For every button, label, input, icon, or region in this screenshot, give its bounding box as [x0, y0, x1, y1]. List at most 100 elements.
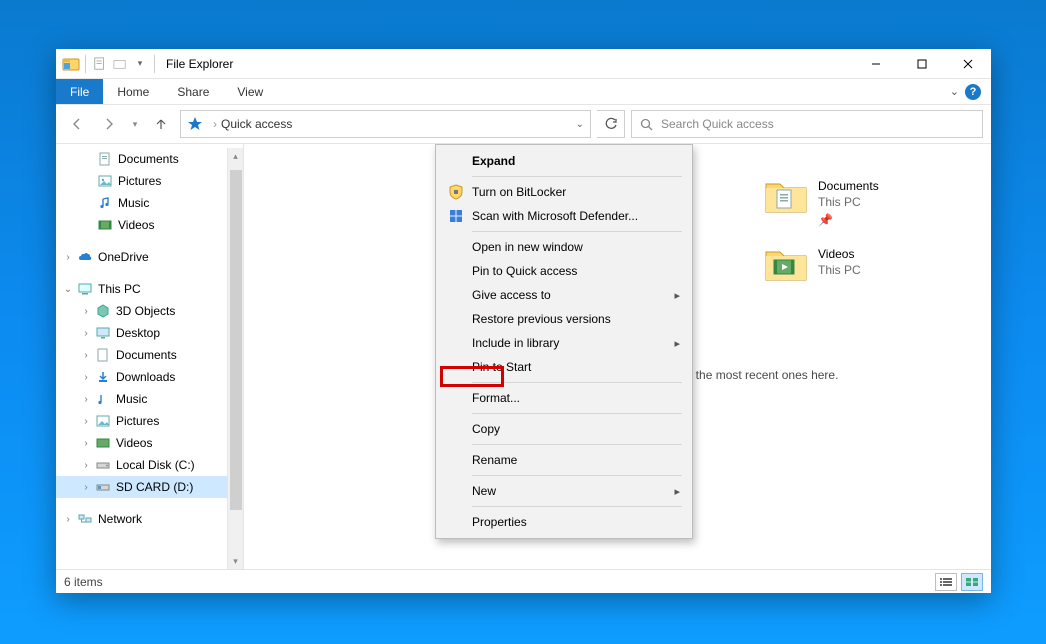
expand-icon[interactable]: ›	[80, 328, 92, 339]
tree-label: Music	[116, 392, 147, 406]
sidebar-item-music-pc[interactable]: › Music	[56, 388, 243, 410]
tab-share[interactable]: Share	[163, 79, 223, 104]
maximize-button[interactable]	[899, 49, 945, 79]
search-placeholder: Search Quick access	[661, 117, 774, 131]
scrollbar-up-icon[interactable]: ▴	[228, 148, 243, 164]
expand-icon[interactable]: ›	[80, 306, 92, 317]
explorer-body: Documents Pictures Music Videos › OneDriv…	[56, 143, 991, 569]
menu-pin-quick-access[interactable]: Pin to Quick access	[438, 259, 690, 283]
breadcrumb-current[interactable]: Quick access	[221, 117, 292, 131]
expand-icon[interactable]: ›	[80, 482, 92, 493]
folder-item-documents[interactable]: DocumentsThis PC📌	[764, 176, 991, 228]
tab-file[interactable]: File	[56, 79, 103, 104]
sidebar-scrollbar[interactable]: ▴ ▾	[227, 148, 243, 569]
menu-open-new-window[interactable]: Open in new window	[438, 235, 690, 259]
tree-label: Network	[98, 512, 142, 526]
new-folder-qat-icon[interactable]	[111, 55, 129, 73]
address-dropdown-icon[interactable]: ⌄	[576, 119, 584, 130]
tab-home[interactable]: Home	[103, 79, 163, 104]
sidebar-item-network[interactable]: › Network	[56, 508, 243, 530]
menu-expand[interactable]: Expand	[438, 149, 690, 173]
menu-rename[interactable]: Rename	[438, 448, 690, 472]
qat-divider-2	[154, 55, 155, 73]
tree-label: Videos	[116, 436, 152, 450]
videos-icon	[94, 436, 112, 450]
sidebar-item-documents-pc[interactable]: › Documents	[56, 344, 243, 366]
address-bar[interactable]: › Quick access ⌄	[180, 110, 591, 138]
menu-include-library[interactable]: Include in library▸	[438, 331, 690, 355]
folder-name: Videos	[818, 246, 861, 262]
scrollbar-thumb[interactable]	[230, 170, 242, 510]
collapse-icon[interactable]: ⌄	[62, 284, 74, 295]
large-icons-view-button[interactable]	[961, 573, 983, 591]
back-button[interactable]	[64, 111, 90, 137]
sidebar-item-local-disk[interactable]: › Local Disk (C:)	[56, 454, 243, 476]
expand-icon[interactable]: ›	[62, 514, 74, 525]
sidebar-item-onedrive[interactable]: › OneDrive	[56, 246, 243, 268]
menu-format[interactable]: Format...	[438, 386, 690, 410]
tree-label: Local Disk (C:)	[116, 458, 195, 472]
forward-button[interactable]	[96, 111, 122, 137]
pictures-icon	[94, 414, 112, 428]
menu-properties[interactable]: Properties	[438, 510, 690, 534]
recent-locations-button[interactable]: ▾	[128, 111, 142, 137]
submenu-arrow-icon: ▸	[674, 485, 680, 498]
help-icon[interactable]: ?	[965, 84, 981, 100]
menu-new[interactable]: New▸	[438, 479, 690, 503]
ribbon: File Home Share View ⌄ ?	[56, 79, 991, 105]
videos-icon	[96, 218, 114, 232]
close-button[interactable]	[945, 49, 991, 79]
sidebar-item-3d-objects[interactable]: ›3D Objects	[56, 300, 243, 322]
menu-give-access[interactable]: Give access to▸	[438, 283, 690, 307]
tree-label: Documents	[116, 348, 177, 362]
up-button[interactable]	[148, 111, 174, 137]
refresh-button[interactable]	[597, 110, 625, 138]
tree-label: Pictures	[116, 414, 159, 428]
scrollbar-down-icon[interactable]: ▾	[228, 553, 243, 569]
tree-label: OneDrive	[98, 250, 149, 264]
expand-icon[interactable]: ›	[80, 350, 92, 361]
qat-dropdown-icon[interactable]: ▾	[131, 55, 149, 73]
sidebar-item-sd-card[interactable]: ›SD CARD (D:)	[56, 476, 243, 498]
file-explorer-window: ▾ File Explorer File Home Share View ⌄ ?…	[56, 49, 991, 593]
tree-label: Music	[118, 196, 149, 210]
sidebar-item-downloads-pc[interactable]: ›Downloads	[56, 366, 243, 388]
expand-icon[interactable]: ›	[80, 416, 92, 427]
details-view-button[interactable]	[935, 573, 957, 591]
expand-icon[interactable]: ›	[62, 252, 74, 263]
sidebar-item-desktop[interactable]: ›Desktop	[56, 322, 243, 344]
tab-view[interactable]: View	[223, 79, 277, 104]
quick-access-toolbar: ▾	[56, 55, 162, 73]
menu-separator	[472, 506, 682, 507]
onedrive-icon	[76, 249, 94, 265]
folder-videos-icon	[764, 244, 808, 284]
expand-icon[interactable]: ›	[80, 460, 92, 471]
search-box[interactable]: Search Quick access	[631, 110, 983, 138]
menu-copy[interactable]: Copy	[438, 417, 690, 441]
sidebar-item-videos-pc[interactable]: › Videos	[56, 432, 243, 454]
sidebar-item-pictures[interactable]: Pictures	[56, 170, 243, 192]
sidebar-item-this-pc[interactable]: ⌄This PC	[56, 278, 243, 300]
expand-icon[interactable]: ›	[80, 394, 92, 405]
menu-defender[interactable]: Scan with Microsoft Defender...	[438, 204, 690, 228]
sidebar-item-pictures-pc[interactable]: › Pictures	[56, 410, 243, 432]
minimize-button[interactable]	[853, 49, 899, 79]
menu-pin-start[interactable]: Pin to Start	[438, 355, 690, 379]
defender-icon	[446, 208, 466, 224]
documents-icon	[94, 348, 112, 362]
properties-qat-icon[interactable]	[91, 55, 109, 73]
cube-icon	[94, 304, 112, 318]
expand-icon[interactable]: ›	[80, 372, 92, 383]
ribbon-collapse-icon[interactable]: ⌄	[950, 85, 959, 98]
sidebar-item-music[interactable]: Music	[56, 192, 243, 214]
sidebar-item-videos[interactable]: Videos	[56, 214, 243, 236]
menu-bitlocker[interactable]: Turn on BitLocker	[438, 180, 690, 204]
menu-restore-versions[interactable]: Restore previous versions	[438, 307, 690, 331]
folder-item-videos[interactable]: VideosThis PC	[764, 244, 991, 284]
expand-icon[interactable]: ›	[80, 438, 92, 449]
folder-sub: This PC	[818, 194, 879, 210]
drive-icon	[94, 458, 112, 472]
music-icon	[94, 392, 112, 406]
sidebar-item-documents[interactable]: Documents	[56, 148, 243, 170]
navigation-pane: Documents Pictures Music Videos › OneDriv…	[56, 144, 244, 569]
